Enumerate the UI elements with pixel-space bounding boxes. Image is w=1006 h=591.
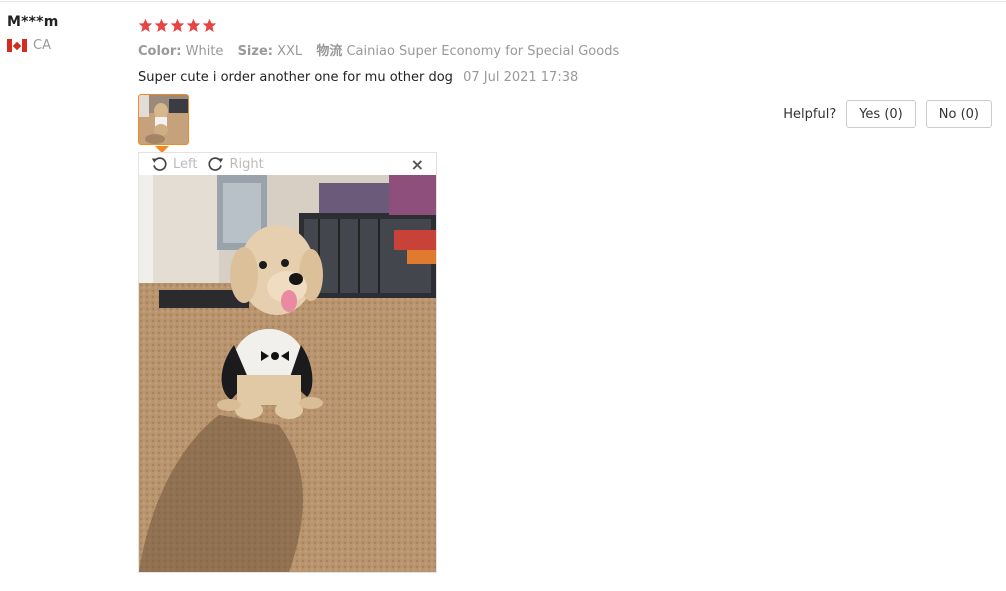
reviewer-info: M***m CA <box>7 14 58 53</box>
rotate-right-label: Right <box>229 156 264 172</box>
photo-viewer: Left Right × <box>138 152 437 573</box>
helpful-yes-button[interactable]: Yes (0) <box>846 100 916 128</box>
star-icon <box>186 18 201 32</box>
close-icon[interactable]: × <box>411 155 424 174</box>
product-attributes: Color: White Size: XXL 物流 Cainiao Super … <box>138 40 998 59</box>
star-icon <box>202 18 217 32</box>
color-attribute: Color: White <box>138 44 224 59</box>
rotate-left-button[interactable]: Left <box>151 156 197 173</box>
helpful-vote: Helpful? Yes (0) No (0) <box>783 100 992 128</box>
helpful-label: Helpful? <box>783 106 837 122</box>
star-rating <box>138 14 998 36</box>
country-code: CA <box>33 38 51 53</box>
dog-photo-image <box>139 175 436 572</box>
review-photo <box>139 175 436 572</box>
rotate-left-icon <box>151 156 167 171</box>
rotate-left-label: Left <box>173 156 198 172</box>
rotate-right-icon <box>208 156 224 171</box>
review-text: Super cute i order another one for mu ot… <box>138 70 453 85</box>
review-body: Color: White Size: XXL 物流 Cainiao Super … <box>138 14 998 85</box>
rotate-right-button[interactable]: Right <box>207 156 264 173</box>
star-icon <box>138 18 153 32</box>
review-date: 07 Jul 2021 17:38 <box>463 70 579 85</box>
star-icon <box>154 18 169 32</box>
star-icon <box>170 18 185 32</box>
review-content: Super cute i order another one for mu ot… <box>138 70 998 85</box>
thumbnail-image <box>139 95 188 144</box>
divider <box>0 1 1006 2</box>
helpful-no-button[interactable]: No (0) <box>925 100 992 128</box>
size-attribute: Size: XXL <box>237 44 303 59</box>
canada-flag-icon <box>7 39 27 52</box>
reviewer-country: CA <box>7 38 58 53</box>
viewer-toolbar: Left Right × <box>139 153 436 175</box>
review-photo-thumbnail[interactable] <box>138 94 189 145</box>
reviewer-name: M***m <box>7 14 59 30</box>
shipping-attribute: 物流 Cainiao Super Economy for Special Goo… <box>316 44 620 59</box>
